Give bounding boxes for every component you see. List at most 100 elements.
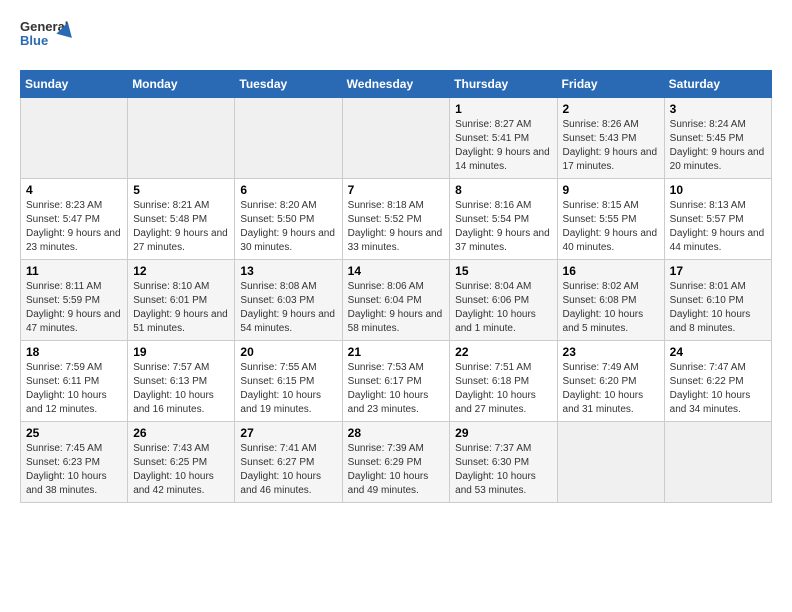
day-cell xyxy=(235,98,342,179)
day-info: Sunrise: 7:37 AMSunset: 6:30 PMDaylight:… xyxy=(455,442,551,498)
day-number: 11 xyxy=(26,264,122,278)
day-number: 16 xyxy=(563,264,659,278)
day-info: Sunrise: 7:49 AMSunset: 6:20 PMDaylight:… xyxy=(563,361,659,417)
day-number: 27 xyxy=(240,426,336,440)
day-info: Sunrise: 7:53 AMSunset: 6:17 PMDaylight:… xyxy=(348,361,445,417)
day-number: 2 xyxy=(563,102,659,116)
day-number: 1 xyxy=(455,102,551,116)
day-info: Sunrise: 7:39 AMSunset: 6:29 PMDaylight:… xyxy=(348,442,445,498)
day-number: 25 xyxy=(26,426,122,440)
day-info: Sunrise: 8:23 AMSunset: 5:47 PMDaylight:… xyxy=(26,199,122,255)
day-info: Sunrise: 8:20 AMSunset: 5:50 PMDaylight:… xyxy=(240,199,336,255)
logo: General Blue xyxy=(20,20,70,60)
week-row-1: 1Sunrise: 8:27 AMSunset: 5:41 PMDaylight… xyxy=(21,98,772,179)
day-info: Sunrise: 8:10 AMSunset: 6:01 PMDaylight:… xyxy=(133,280,229,336)
week-row-5: 25 Sunrise: 7:45 AMSunset: 6:23 PMDayligh… xyxy=(21,422,772,503)
day-number: 13 xyxy=(240,264,336,278)
day-info: Sunrise: 8:01 AMSunset: 6:10 PMDaylight:… xyxy=(670,280,766,336)
header-thursday: Thursday xyxy=(450,71,557,98)
day-cell: 15 Sunrise: 8:04 AMSunset: 6:06 PMDayligh… xyxy=(450,260,557,341)
day-cell: 18 Sunrise: 7:59 AMSunset: 6:11 PMDayligh… xyxy=(21,341,128,422)
day-info: Sunrise: 8:18 AMSunset: 5:52 PMDaylight:… xyxy=(348,199,445,255)
day-cell: 2 Sunrise: 8:26 AMSunset: 5:43 PMDaylight… xyxy=(557,98,664,179)
day-cell: 8 Sunrise: 8:16 AMSunset: 5:54 PMDaylight… xyxy=(450,179,557,260)
day-cell xyxy=(557,422,664,503)
day-cell: 20 Sunrise: 7:55 AMSunset: 6:15 PMDayligh… xyxy=(235,341,342,422)
day-cell: 27 Sunrise: 7:41 AMSunset: 6:27 PMDayligh… xyxy=(235,422,342,503)
header-tuesday: Tuesday xyxy=(235,71,342,98)
day-number: 23 xyxy=(563,345,659,359)
day-info: Sunrise: 8:16 AMSunset: 5:54 PMDaylight:… xyxy=(455,199,551,255)
day-cell: 9Sunrise: 8:15 AMSunset: 5:55 PMDaylight… xyxy=(557,179,664,260)
day-number: 20 xyxy=(240,345,336,359)
day-info: Sunrise: 8:08 AMSunset: 6:03 PMDaylight:… xyxy=(240,280,336,336)
day-info: Sunrise: 7:47 AMSunset: 6:22 PMDaylight:… xyxy=(670,361,766,417)
day-cell: 1Sunrise: 8:27 AMSunset: 5:41 PMDaylight… xyxy=(450,98,557,179)
day-info: Sunrise: 8:11 AMSunset: 5:59 PMDaylight:… xyxy=(26,280,122,336)
day-cell: 5Sunrise: 8:21 AMSunset: 5:48 PMDaylight… xyxy=(128,179,235,260)
day-info: Sunrise: 8:26 AMSunset: 5:43 PMDaylight:… xyxy=(563,118,659,174)
day-cell xyxy=(664,422,771,503)
week-row-2: 4 Sunrise: 8:23 AMSunset: 5:47 PMDaylight… xyxy=(21,179,772,260)
day-info: Sunrise: 7:41 AMSunset: 6:27 PMDaylight:… xyxy=(240,442,336,498)
day-info: Sunrise: 8:06 AMSunset: 6:04 PMDaylight:… xyxy=(348,280,445,336)
day-cell: 17 Sunrise: 8:01 AMSunset: 6:10 PMDayligh… xyxy=(664,260,771,341)
day-info: Sunrise: 7:57 AMSunset: 6:13 PMDaylight:… xyxy=(133,361,229,417)
day-info: Sunrise: 8:24 AMSunset: 5:45 PMDaylight:… xyxy=(670,118,766,174)
header-friday: Friday xyxy=(557,71,664,98)
day-number: 8 xyxy=(455,183,551,197)
day-number: 22 xyxy=(455,345,551,359)
day-cell: 24Sunrise: 7:47 AMSunset: 6:22 PMDayligh… xyxy=(664,341,771,422)
day-number: 12 xyxy=(133,264,229,278)
header-saturday: Saturday xyxy=(664,71,771,98)
day-cell: 29 Sunrise: 7:37 AMSunset: 6:30 PMDayligh… xyxy=(450,422,557,503)
page-header: General Blue xyxy=(20,20,772,60)
calendar-header-row: SundayMondayTuesdayWednesdayThursdayFrid… xyxy=(21,71,772,98)
day-number: 19 xyxy=(133,345,229,359)
day-cell: 16 Sunrise: 8:02 AMSunset: 6:08 PMDayligh… xyxy=(557,260,664,341)
day-cell: 11 Sunrise: 8:11 AMSunset: 5:59 PMDayligh… xyxy=(21,260,128,341)
day-number: 3 xyxy=(670,102,766,116)
day-number: 17 xyxy=(670,264,766,278)
week-row-4: 18 Sunrise: 7:59 AMSunset: 6:11 PMDayligh… xyxy=(21,341,772,422)
day-cell: 26 Sunrise: 7:43 AMSunset: 6:25 PMDayligh… xyxy=(128,422,235,503)
day-number: 10 xyxy=(670,183,766,197)
header-sunday: Sunday xyxy=(21,71,128,98)
day-info: Sunrise: 8:13 AMSunset: 5:57 PMDaylight:… xyxy=(670,199,766,255)
day-number: 29 xyxy=(455,426,551,440)
day-cell xyxy=(128,98,235,179)
day-number: 14 xyxy=(348,264,445,278)
day-number: 7 xyxy=(348,183,445,197)
day-cell: 19 Sunrise: 7:57 AMSunset: 6:13 PMDayligh… xyxy=(128,341,235,422)
day-cell xyxy=(21,98,128,179)
day-cell: 21 Sunrise: 7:53 AMSunset: 6:17 PMDayligh… xyxy=(342,341,450,422)
day-number: 4 xyxy=(26,183,122,197)
day-number: 28 xyxy=(348,426,445,440)
day-cell: 10 Sunrise: 8:13 AMSunset: 5:57 PMDayligh… xyxy=(664,179,771,260)
day-number: 21 xyxy=(348,345,445,359)
day-info: Sunrise: 7:59 AMSunset: 6:11 PMDaylight:… xyxy=(26,361,122,417)
day-info: Sunrise: 7:55 AMSunset: 6:15 PMDaylight:… xyxy=(240,361,336,417)
calendar-table: SundayMondayTuesdayWednesdayThursdayFrid… xyxy=(20,70,772,503)
day-info: Sunrise: 8:04 AMSunset: 6:06 PMDaylight:… xyxy=(455,280,551,336)
day-cell: 7 Sunrise: 8:18 AMSunset: 5:52 PMDaylight… xyxy=(342,179,450,260)
day-number: 5 xyxy=(133,183,229,197)
day-cell: 6 Sunrise: 8:20 AMSunset: 5:50 PMDaylight… xyxy=(235,179,342,260)
day-cell: 25 Sunrise: 7:45 AMSunset: 6:23 PMDayligh… xyxy=(21,422,128,503)
day-cell: 4 Sunrise: 8:23 AMSunset: 5:47 PMDaylight… xyxy=(21,179,128,260)
day-cell: 14 Sunrise: 8:06 AMSunset: 6:04 PMDayligh… xyxy=(342,260,450,341)
day-info: Sunrise: 8:02 AMSunset: 6:08 PMDaylight:… xyxy=(563,280,659,336)
day-number: 26 xyxy=(133,426,229,440)
day-cell: 13 Sunrise: 8:08 AMSunset: 6:03 PMDayligh… xyxy=(235,260,342,341)
day-number: 18 xyxy=(26,345,122,359)
day-info: Sunrise: 8:15 AMSunset: 5:55 PMDaylight:… xyxy=(563,199,659,255)
day-info: Sunrise: 7:43 AMSunset: 6:25 PMDaylight:… xyxy=(133,442,229,498)
day-cell: 23 Sunrise: 7:49 AMSunset: 6:20 PMDayligh… xyxy=(557,341,664,422)
day-number: 15 xyxy=(455,264,551,278)
day-cell: 22Sunrise: 7:51 AMSunset: 6:18 PMDayligh… xyxy=(450,341,557,422)
day-number: 6 xyxy=(240,183,336,197)
day-info: Sunrise: 7:45 AMSunset: 6:23 PMDaylight:… xyxy=(26,442,122,498)
day-cell: 3 Sunrise: 8:24 AMSunset: 5:45 PMDaylight… xyxy=(664,98,771,179)
day-cell xyxy=(342,98,450,179)
header-monday: Monday xyxy=(128,71,235,98)
